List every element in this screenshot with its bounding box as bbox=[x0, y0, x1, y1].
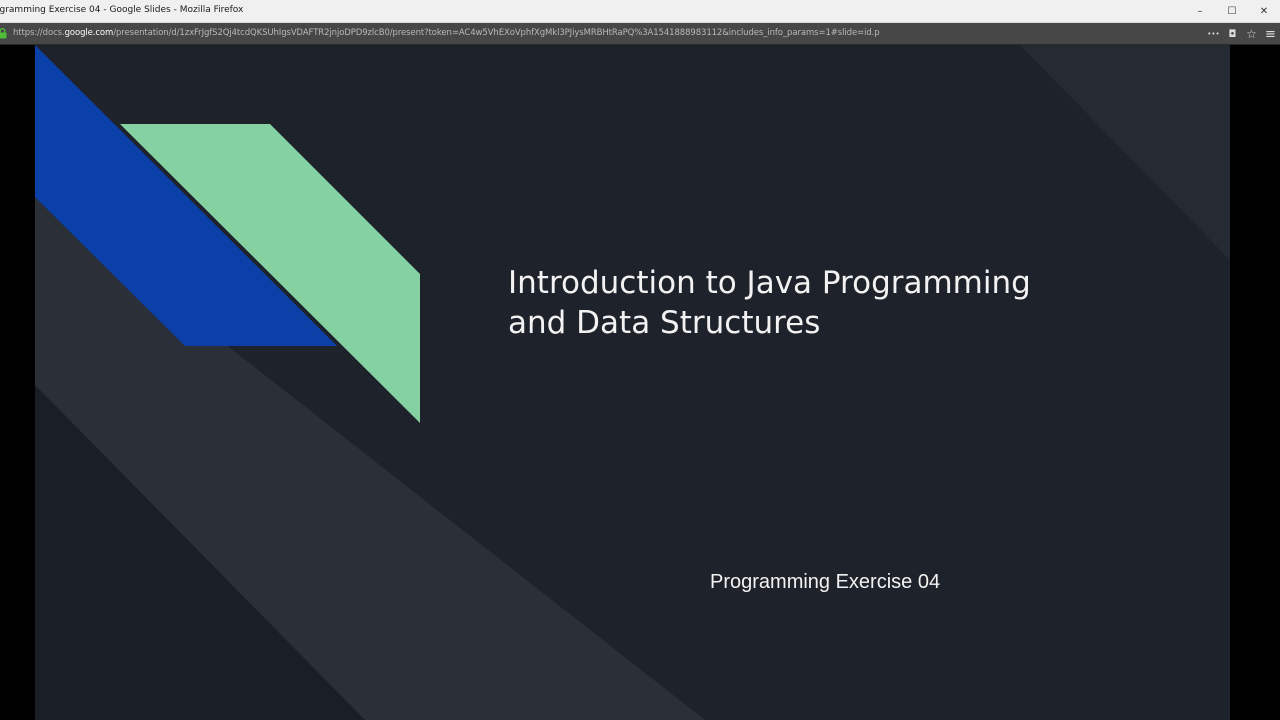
url-domain: google.com bbox=[64, 28, 114, 38]
browser-navbar: https://docs.google.com/presentation/d/1… bbox=[0, 23, 1280, 45]
slide-title-line-1: Introduction to Java Programming bbox=[508, 265, 1031, 301]
window-title: ogramming Exercise 04 - Google Slides - … bbox=[0, 5, 244, 15]
slide-title: Introduction to Java Programming and Dat… bbox=[508, 263, 1188, 343]
nav-icons: ••• ◘ ☆ ≡ bbox=[1204, 23, 1280, 45]
close-button[interactable]: ✕ bbox=[1248, 0, 1280, 23]
url-path: /presentation/d/1zxFrJgfS2Qj4tcdQKSUhIgs… bbox=[113, 28, 880, 38]
lock-icon bbox=[0, 28, 7, 39]
bookmark-star-icon[interactable]: ☆ bbox=[1242, 23, 1261, 45]
pocket-icon[interactable]: ◘ bbox=[1223, 23, 1242, 45]
url-prefix: https://docs. bbox=[13, 28, 65, 38]
presentation-stage: Introduction to Java Programming and Dat… bbox=[0, 45, 1280, 720]
diagonal-band-top-right bbox=[1020, 45, 1230, 260]
slide[interactable]: Introduction to Java Programming and Dat… bbox=[35, 45, 1230, 720]
minimize-button[interactable]: – bbox=[1184, 0, 1216, 23]
slide-background-shapes bbox=[35, 45, 1230, 720]
url-bar[interactable]: https://docs.google.com/presentation/d/1… bbox=[13, 28, 880, 38]
slide-title-line-2: and Data Structures bbox=[508, 305, 821, 341]
hamburger-menu-icon[interactable]: ≡ bbox=[1261, 23, 1280, 45]
maximize-button[interactable]: ☐ bbox=[1216, 0, 1248, 23]
window-titlebar: ogramming Exercise 04 - Google Slides - … bbox=[0, 0, 1280, 23]
window-controls: – ☐ ✕ bbox=[1184, 0, 1280, 23]
slide-subtitle: Programming Exercise 04 bbox=[710, 571, 941, 593]
page-actions-icon[interactable]: ••• bbox=[1204, 23, 1223, 45]
